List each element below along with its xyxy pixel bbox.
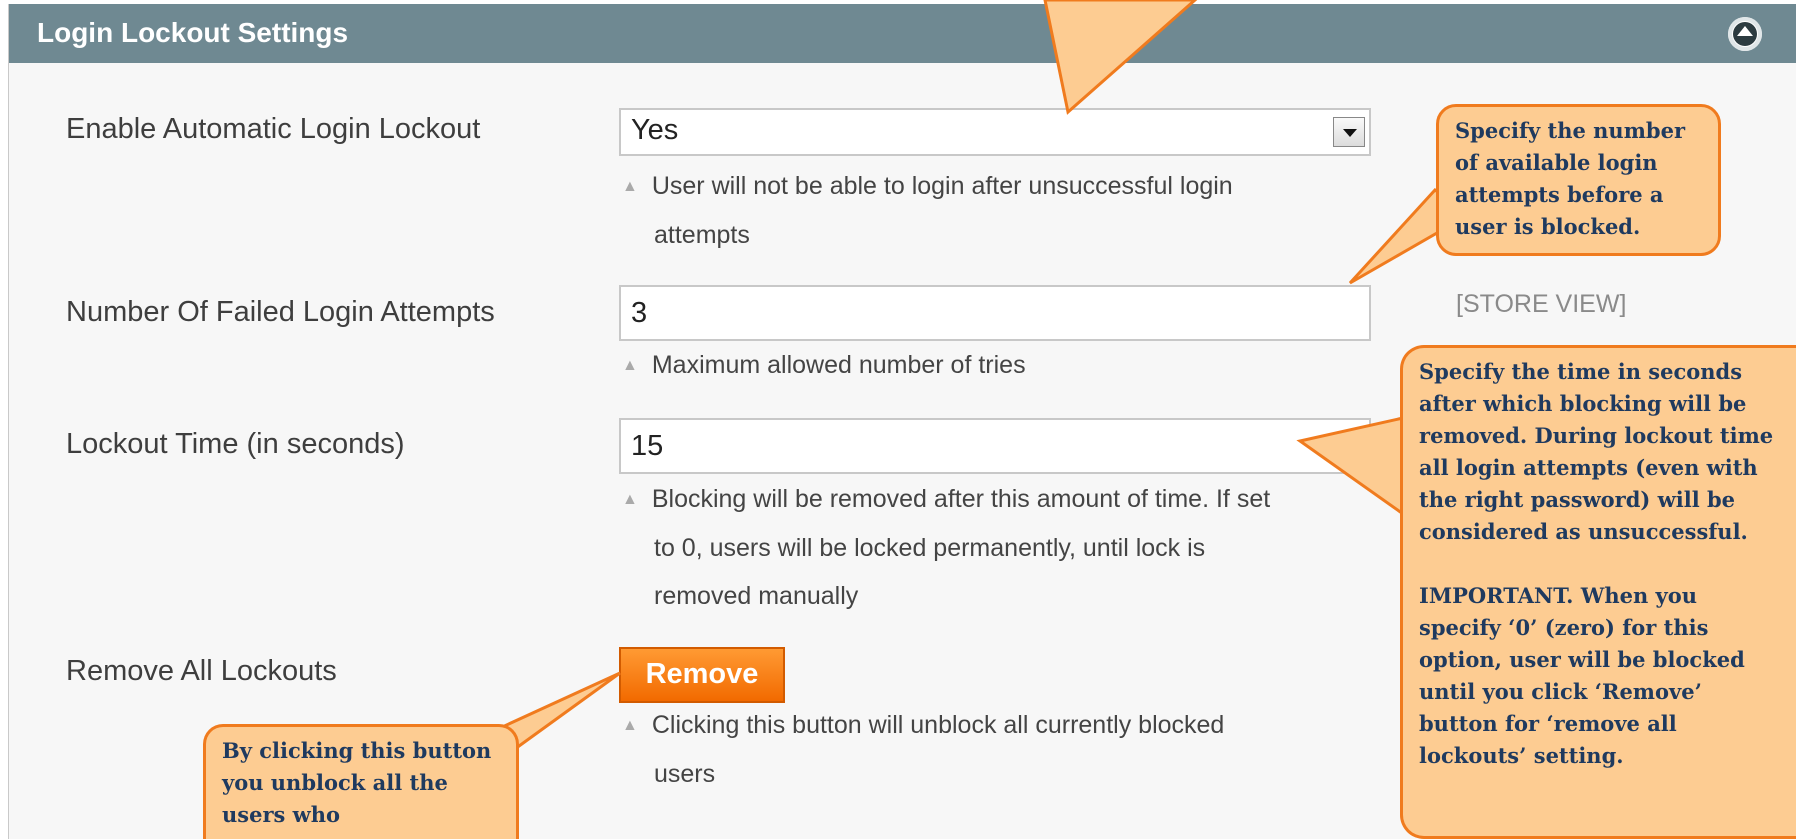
callout-remove: By clicking this button you unblock all …	[203, 724, 519, 839]
callout-attempts: Specify the number of available login at…	[1436, 104, 1721, 256]
callout-lockout-time: Specify the time in seconds after which …	[1400, 345, 1796, 839]
